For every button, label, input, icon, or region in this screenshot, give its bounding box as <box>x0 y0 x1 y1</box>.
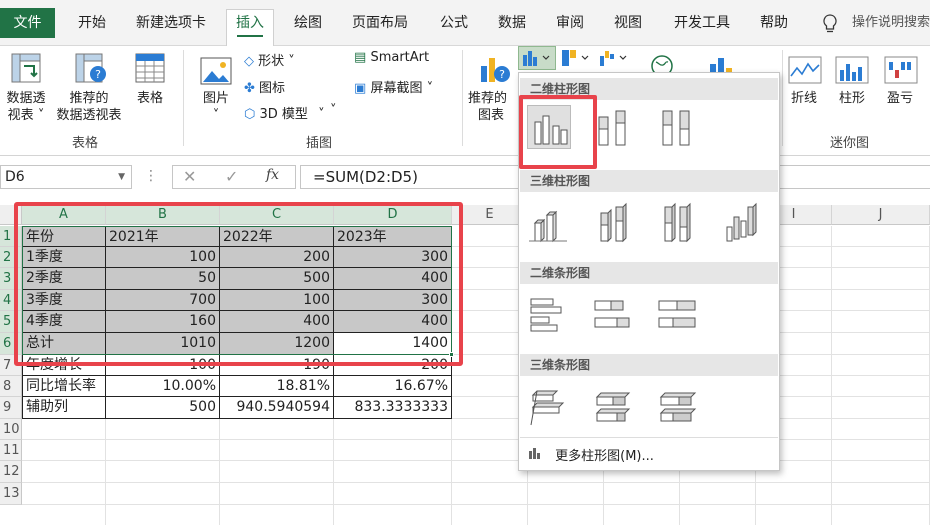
3d-column-option[interactable] <box>719 201 763 245</box>
model3d-button[interactable]: ⬡ 3D 模型 ˅ <box>244 103 325 122</box>
section-2d-bar: 二维条形图 <box>520 262 778 284</box>
pivot-table-icon[interactable] <box>10 52 42 88</box>
icons-icon: ✤ <box>244 81 255 96</box>
cancel-icon[interactable]: ✕ <box>183 167 196 186</box>
cell[interactable]: 833.3333333 <box>334 397 452 419</box>
name-box[interactable]: D6 ▼ <box>0 165 132 189</box>
stacked-column-option[interactable] <box>591 105 635 149</box>
screenshot-icon: ▣ <box>354 81 367 96</box>
sparkline-column-icon[interactable] <box>835 56 869 90</box>
sparkline-winloss-button[interactable]: 盈亏 <box>882 90 918 107</box>
percent-stacked-column-option[interactable] <box>655 105 699 149</box>
more-icon: ⋮ <box>144 168 158 184</box>
clustered-bar-option[interactable] <box>527 293 571 337</box>
column-header[interactable]: E <box>452 205 528 225</box>
sparkline-line-icon[interactable] <box>788 56 822 90</box>
smartart-button[interactable]: ▤ SmartArt <box>354 50 429 65</box>
divider <box>183 50 184 146</box>
tab-review[interactable]: 审阅 <box>556 10 584 44</box>
ribbon-tab-bar: 文件 开始 新建选项卡 插入 绘图 页面布局 公式 数据 审阅 视图 开发工具 … <box>0 0 930 46</box>
cell[interactable]: 940.5940594 <box>220 397 334 419</box>
svg-text:?: ? <box>95 68 101 81</box>
pivot-table-button[interactable]: 数据透 视表 ˅ <box>2 90 50 124</box>
formula-bar-area: D6 ▼ ⋮ ✕ ✓ fx =SUM(D2:D5) <box>0 160 930 196</box>
tab-page-layout[interactable]: 页面布局 <box>352 10 408 44</box>
table-icon[interactable] <box>134 52 166 88</box>
percent-stacked-bar-option[interactable] <box>655 293 699 337</box>
group-label-tables: 表格 <box>72 136 99 151</box>
recommended-pivot-button[interactable]: 推荐的 数据透视表 <box>52 90 126 124</box>
3d-clustered-bar-option[interactable] <box>527 385 571 429</box>
svg-text:?: ? <box>499 68 505 81</box>
row-header[interactable]: 8 <box>0 376 22 397</box>
column-header[interactable]: J <box>832 205 930 225</box>
tab-file[interactable]: 文件 <box>0 8 55 38</box>
recommended-chart-button[interactable]: 推荐的 图表 <box>468 90 520 124</box>
data-range-highlight <box>14 202 463 366</box>
more-column-charts-item[interactable]: 更多柱形图(M)... <box>527 445 654 464</box>
table-button[interactable]: 表格 <box>130 90 170 107</box>
tab-data[interactable]: 数据 <box>498 10 526 44</box>
group-label-sparklines: 迷你图 <box>830 136 870 151</box>
group-label-illustrations: 插图 <box>306 136 333 151</box>
cell[interactable]: 辅助列 <box>22 397 106 419</box>
tab-home[interactable]: 开始 <box>78 10 106 44</box>
row-header[interactable]: 12 <box>0 461 22 483</box>
3d-clustered-column-option[interactable] <box>527 201 571 245</box>
tab-new[interactable]: 新建选项卡 <box>136 10 206 44</box>
tab-help[interactable]: 帮助 <box>760 10 788 44</box>
smartart-icon: ▤ <box>354 50 367 65</box>
row-header[interactable]: 10 <box>0 419 22 440</box>
divider <box>462 50 463 146</box>
row-header[interactable]: 13 <box>0 483 22 505</box>
sparkline-winloss-icon[interactable] <box>884 56 918 90</box>
tab-formulas[interactable]: 公式 <box>440 10 468 44</box>
row-header[interactable]: 9 <box>0 397 22 419</box>
cell[interactable]: 同比增长率 <box>22 376 106 397</box>
column-chart-icon <box>527 448 543 464</box>
sparkline-line-button[interactable]: 折线 <box>786 90 822 107</box>
row-header[interactable]: 11 <box>0 440 22 461</box>
3d-percent-stacked-bar-option[interactable] <box>655 385 699 429</box>
divider <box>782 50 783 146</box>
divider <box>520 437 778 438</box>
3d-percent-stacked-column-option[interactable] <box>655 201 699 245</box>
tab-developer[interactable]: 开发工具 <box>674 10 730 44</box>
3d-stacked-bar-option[interactable] <box>591 385 635 429</box>
recommended-pivot-icon[interactable]: ? <box>74 52 108 90</box>
insert-function-icon[interactable]: fx <box>266 167 279 183</box>
tell-me-search[interactable]: 操作说明搜索 <box>852 10 930 44</box>
tab-view[interactable]: 视图 <box>614 10 642 44</box>
cell[interactable]: 10.00% <box>106 376 220 397</box>
confirm-icon[interactable]: ✓ <box>225 167 238 186</box>
lightbulb-icon[interactable] <box>822 14 838 38</box>
picture-icon[interactable] <box>200 56 232 90</box>
3d-stacked-column-option[interactable] <box>591 201 635 245</box>
ribbon-insert: 数据透 视表 ˅ ? 推荐的 数据透视表 表格 表格 图片 ˅ ◇ 形状 ˅ ✤ 图标… <box>0 46 930 156</box>
section-3d-bar: 三维条形图 <box>520 354 778 376</box>
tab-insert[interactable]: 插入 <box>226 9 274 46</box>
column-chart-dropdown: 二维柱形图 三维柱形图 二维条形图 三维条形图 更多柱形图(M)... <box>518 72 780 471</box>
stacked-bar-option[interactable] <box>591 293 635 337</box>
shapes-button[interactable]: ◇ 形状 ˅ <box>244 50 295 69</box>
sparkline-column-button[interactable]: 柱形 <box>834 90 870 107</box>
column-chart-button[interactable] <box>518 46 556 70</box>
cell[interactable]: 16.67% <box>334 376 452 397</box>
shapes-icon: ◇ <box>244 54 254 69</box>
cell[interactable]: 18.81% <box>220 376 334 397</box>
hierarchy-chart-button[interactable] <box>560 48 594 72</box>
cube-icon: ⬡ <box>244 107 256 122</box>
recommended-chart-icon[interactable]: ? <box>478 52 512 90</box>
chevron-down-icon[interactable]: ▼ <box>118 166 125 188</box>
cell[interactable]: 500 <box>106 397 220 419</box>
icons-button[interactable]: ✤ 图标 <box>244 77 285 96</box>
formula-buttons: ✕ ✓ fx <box>172 165 296 189</box>
section-3d-column: 三维柱形图 <box>520 170 778 192</box>
selected-option-highlight <box>519 95 597 169</box>
tab-draw[interactable]: 绘图 <box>294 10 322 44</box>
picture-button[interactable]: 图片 ˅ <box>198 90 234 124</box>
illustrations-more[interactable]: ˅ <box>330 103 337 118</box>
screenshot-button[interactable]: ▣ 屏幕截图 ˅ <box>354 77 433 96</box>
waterfall-chart-button[interactable] <box>598 48 632 72</box>
